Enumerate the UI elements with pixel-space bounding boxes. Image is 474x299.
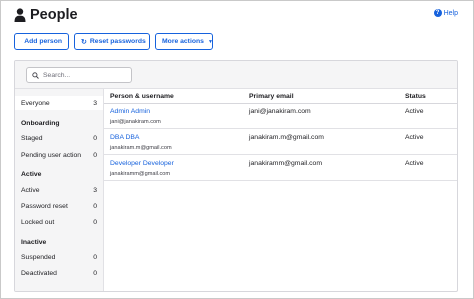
sidebar-item-active[interactable]: Active 3 (15, 183, 103, 197)
sidebar-heading-active: Active (21, 171, 42, 178)
person-username: janakiram.m@gmail.com (110, 145, 172, 151)
person-username: janakiramm@gmail.com (110, 171, 171, 177)
more-actions-button[interactable]: More actions ▼ (155, 33, 213, 50)
person-name-link[interactable]: DBA DBA (110, 134, 139, 141)
add-person-label: Add person (24, 38, 62, 45)
sidebar-item-count: 0 (93, 269, 97, 277)
table-row: DBA DBA janakiram.m@gmail.com janakiram.… (104, 130, 457, 155)
people-panel: Everyone 3 Onboarding Staged 0 Pending u… (14, 60, 458, 292)
status-value: Active (405, 134, 424, 141)
sidebar-item-count: 3 (93, 186, 97, 194)
sidebar-item-count: 3 (93, 99, 97, 107)
people-table: Person & username Primary email Status A… (104, 89, 457, 291)
column-header-email[interactable]: Primary email (249, 89, 294, 103)
more-actions-label: More actions (162, 38, 204, 45)
sidebar-item-label: Everyone (21, 99, 50, 107)
sidebar-item-password-reset[interactable]: Password reset 0 (15, 199, 103, 213)
column-header-status[interactable]: Status (405, 89, 426, 103)
sidebar-item-count: 0 (93, 134, 97, 142)
sidebar-heading-onboarding: Onboarding (21, 120, 60, 127)
search-field[interactable] (26, 67, 132, 83)
help-link[interactable]: ? Help (433, 9, 458, 17)
sidebar-item-deactivated[interactable]: Deactivated 0 (15, 266, 103, 280)
column-header-person[interactable]: Person & username (110, 89, 174, 103)
sidebar-item-everyone[interactable]: Everyone 3 (15, 96, 103, 110)
status-filter-sidebar: Everyone 3 Onboarding Staged 0 Pending u… (15, 89, 104, 291)
page-title: People (30, 7, 78, 23)
help-label: Help (443, 9, 458, 17)
sidebar-item-suspended[interactable]: Suspended 0 (15, 250, 103, 264)
add-person-button[interactable]: Add person (14, 33, 69, 50)
help-circle-icon: ? (433, 9, 442, 17)
person-name-link[interactable]: Admin Admin (110, 108, 150, 115)
reset-passwords-button[interactable]: ↻ Reset passwords (74, 33, 150, 50)
sidebar-item-pending-user-action[interactable]: Pending user action 0 (15, 148, 103, 162)
sidebar-item-label: Locked out (21, 218, 55, 226)
sidebar-item-label: Deactivated (21, 269, 57, 277)
search-input[interactable] (43, 71, 123, 79)
primary-email: janakiramm@gmail.com (249, 160, 322, 167)
search-bar-area (15, 61, 457, 89)
table-row: Developer Developer janakiramm@gmail.com… (104, 156, 457, 181)
primary-email: janakiram.m@gmail.com (249, 134, 324, 141)
page-header: People (14, 6, 78, 24)
sidebar-item-locked-out[interactable]: Locked out 0 (15, 215, 103, 229)
refresh-icon: ↻ (81, 38, 87, 46)
sidebar-item-staged[interactable]: Staged 0 (15, 131, 103, 145)
person-icon (14, 8, 26, 22)
sidebar-item-label: Pending user action (21, 151, 82, 159)
sidebar-heading-inactive: Inactive (21, 239, 47, 246)
sidebar-item-count: 0 (93, 253, 97, 261)
person-name-link[interactable]: Developer Developer (110, 160, 174, 167)
status-value: Active (405, 160, 424, 167)
status-value: Active (405, 108, 424, 115)
sidebar-item-label: Suspended (21, 253, 56, 261)
sidebar-item-label: Password reset (21, 202, 68, 210)
sidebar-item-label: Active (21, 186, 40, 194)
sidebar-item-count: 0 (93, 151, 97, 159)
search-icon (32, 71, 39, 79)
toolbar: Add person ↻ Reset passwords More action… (14, 33, 213, 50)
sidebar-item-count: 0 (93, 218, 97, 226)
sidebar-item-count: 0 (93, 202, 97, 210)
person-username: jani@janakiram.com (110, 119, 161, 125)
table-row: Admin Admin jani@janakiram.com jani@jana… (104, 104, 457, 129)
sidebar-item-label: Staged (21, 134, 43, 142)
reset-passwords-label: Reset passwords (89, 38, 146, 45)
primary-email: jani@janakiram.com (249, 108, 311, 115)
chevron-down-icon: ▼ (207, 38, 213, 45)
